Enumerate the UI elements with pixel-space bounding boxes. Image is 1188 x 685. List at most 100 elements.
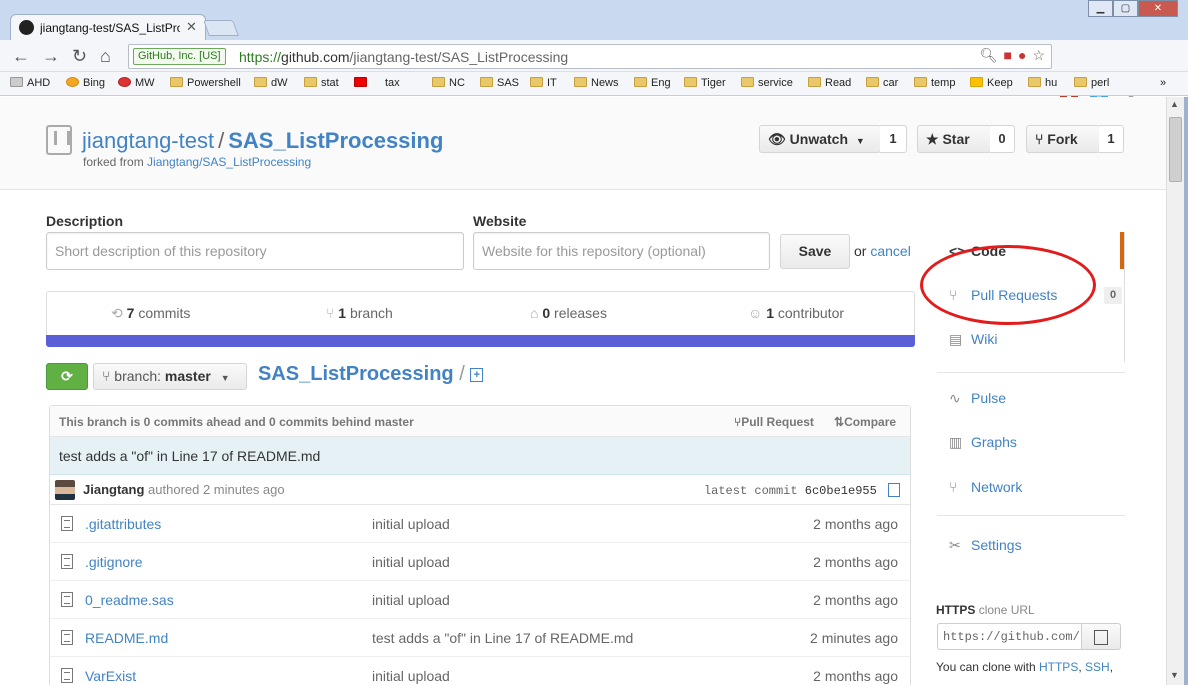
file-commit-message[interactable]: initial upload: [372, 554, 450, 570]
forked-from-link[interactable]: Jiangtang/SAS_ListProcessing: [147, 155, 311, 169]
scrollbar-thumb[interactable]: [1169, 117, 1182, 182]
repo-owner-link[interactable]: jiangtang-test: [82, 128, 214, 153]
new-tab-button[interactable]: [203, 20, 239, 36]
adblock-icon[interactable]: ●: [1018, 47, 1026, 64]
ev-certificate-badge[interactable]: GitHub, Inc. [US]: [133, 48, 226, 65]
bookmark-item[interactable]: car: [866, 77, 898, 89]
bookmark-item[interactable]: temp: [914, 77, 955, 89]
github-icon: [19, 20, 34, 35]
star-button[interactable]: ★ Star: [917, 125, 991, 153]
copy-clone-url-button[interactable]: [1081, 623, 1121, 650]
bookmark-item[interactable]: Powershell: [170, 77, 241, 89]
bookmark-item[interactable]: Read: [808, 77, 851, 89]
branch-selector[interactable]: ⑂ branch: master ▼: [93, 363, 247, 390]
repo-name-link[interactable]: SAS_ListProcessing: [228, 128, 443, 153]
breadcrumb-repo-link[interactable]: SAS_ListProcessing: [258, 363, 454, 385]
browser-tab[interactable]: jiangtang-test/SAS_ListProce ✕: [10, 14, 206, 40]
forward-icon[interactable]: →: [42, 46, 60, 67]
maximize-button[interactable]: ▢: [1113, 0, 1138, 17]
bookmark-item[interactable]: News: [574, 77, 619, 89]
bookmark-item[interactable]: service: [741, 77, 793, 89]
clone-url-input[interactable]: https://github.com/: [937, 623, 1082, 650]
close-tab-icon[interactable]: ✕: [186, 19, 197, 35]
fork-count[interactable]: 1: [1099, 125, 1124, 153]
bookmark-item[interactable]: SAS: [480, 77, 519, 89]
tab-title: jiangtang-test/SAS_ListProce: [40, 21, 180, 35]
nav-network[interactable]: ⑂ Network: [937, 472, 1117, 502]
star-bookmark-icon[interactable]: ☆: [1032, 47, 1045, 64]
save-button[interactable]: Save: [780, 234, 850, 269]
address-bar[interactable]: GitHub, Inc. [US] https://github.com/jia…: [128, 44, 1052, 69]
url-text[interactable]: https://github.com/jiangtang-test/SAS_Li…: [239, 49, 568, 65]
network-icon: ⑂: [949, 479, 958, 495]
bookmark-item[interactable]: Keep: [970, 77, 1013, 89]
nav-settings[interactable]: ✂ Settings: [937, 530, 1117, 560]
repo-title: jiangtang-test / SAS_ListProcessing: [82, 128, 443, 154]
compare-review-button[interactable]: ⟳: [46, 363, 88, 390]
caret-down-icon: ▼: [220, 373, 230, 383]
bookmark-item[interactable]: dW: [254, 77, 288, 89]
clone-note: You can clone with HTTPS, SSH,: [936, 660, 1114, 674]
commits-count[interactable]: ⟲ 7 commits: [111, 305, 190, 322]
breadcrumb: SAS_ListProcessing / +: [258, 363, 484, 386]
bookmark-item[interactable]: AHD: [10, 77, 50, 89]
clipboard-icon[interactable]: [888, 483, 900, 497]
close-window-button[interactable]: ✕: [1138, 0, 1178, 17]
bookmark-item[interactable]: perl: [1074, 77, 1109, 89]
file-age: 2 months ago: [813, 592, 898, 608]
file-name-link[interactable]: VarExist: [85, 668, 136, 684]
nav-pulse[interactable]: ∿ Pulse: [937, 383, 1117, 413]
nav-wiki[interactable]: ▤ Wiki: [937, 324, 1117, 354]
scroll-up-icon[interactable]: ▲: [1170, 99, 1179, 109]
vertical-scrollbar[interactable]: ▲ ▼: [1166, 97, 1184, 685]
zoom-icon[interactable]: 🔍︎: [980, 47, 998, 64]
clone-https-link[interactable]: HTTPS: [1039, 660, 1078, 674]
bookmark-item[interactable]: tax: [354, 77, 400, 89]
file-age: 2 minutes ago: [810, 630, 898, 646]
cancel-link[interactable]: cancel: [870, 243, 910, 259]
pull-request-link[interactable]: ⑂Pull Request: [734, 415, 814, 429]
extension-red-icon[interactable]: ■: [1004, 47, 1012, 64]
file-name-link[interactable]: README.md: [85, 630, 168, 646]
watch-count[interactable]: 1: [880, 125, 907, 153]
bookmark-item[interactable]: stat: [304, 77, 339, 89]
file-commit-message[interactable]: test adds a "of" in Line 17 of README.md: [372, 630, 633, 646]
bookmark-item[interactable]: Eng: [634, 77, 671, 89]
file-name-link[interactable]: .gitignore: [85, 554, 143, 570]
bookmark-item[interactable]: hu: [1028, 77, 1057, 89]
bookmark-item[interactable]: Tiger: [684, 77, 726, 89]
clone-ssh-link[interactable]: SSH: [1085, 660, 1110, 674]
back-icon[interactable]: ←: [12, 46, 30, 67]
contributors-count[interactable]: ☺ 1 contributor: [748, 305, 844, 321]
file-commit-message[interactable]: initial upload: [372, 668, 450, 684]
unwatch-button[interactable]: 👁︎ Unwatch ▼: [759, 125, 881, 153]
file-commit-message[interactable]: initial upload: [372, 592, 450, 608]
website-input[interactable]: Website for this repository (optional): [473, 232, 770, 270]
bookmarks-more-icon[interactable]: »: [1160, 77, 1166, 89]
commit-sha-link[interactable]: 6c0be1e955: [805, 484, 877, 498]
compare-link[interactable]: ⇅Compare: [834, 415, 896, 429]
scroll-down-icon[interactable]: ▼: [1170, 670, 1179, 680]
new-file-icon[interactable]: +: [470, 368, 484, 382]
file-name-link[interactable]: 0_readme.sas: [85, 592, 174, 608]
bookmark-item[interactable]: NC: [432, 77, 465, 89]
bookmark-item[interactable]: MW: [118, 77, 155, 89]
file-name-link[interactable]: .gitattributes: [85, 516, 161, 532]
nav-graphs[interactable]: ▥ Graphs: [937, 427, 1117, 457]
author-link[interactable]: Jiangtang: [83, 482, 144, 497]
branches-count[interactable]: ⑂ 1 branch: [326, 305, 393, 321]
file-navigation: This branch is 0 commits ahead and 0 com…: [49, 405, 911, 685]
bookmark-item[interactable]: Bing: [66, 77, 105, 89]
bookmark-item[interactable]: IT: [530, 77, 557, 89]
avatar[interactable]: [55, 480, 75, 500]
home-icon[interactable]: ⌂: [100, 46, 111, 67]
description-input[interactable]: Short description of this repository: [46, 232, 464, 270]
reload-icon[interactable]: ↻: [72, 46, 87, 67]
fork-button[interactable]: ⑂ Fork: [1026, 125, 1100, 153]
minimize-button[interactable]: ▁: [1088, 0, 1113, 17]
file-commit-message[interactable]: initial upload: [372, 516, 450, 532]
star-count[interactable]: 0: [990, 125, 1015, 153]
releases-count[interactable]: ⌂ 0 releases: [530, 305, 607, 321]
latest-commit-message[interactable]: test adds a "of" in Line 17 of README.md: [50, 437, 910, 475]
language-bar[interactable]: [46, 335, 915, 347]
